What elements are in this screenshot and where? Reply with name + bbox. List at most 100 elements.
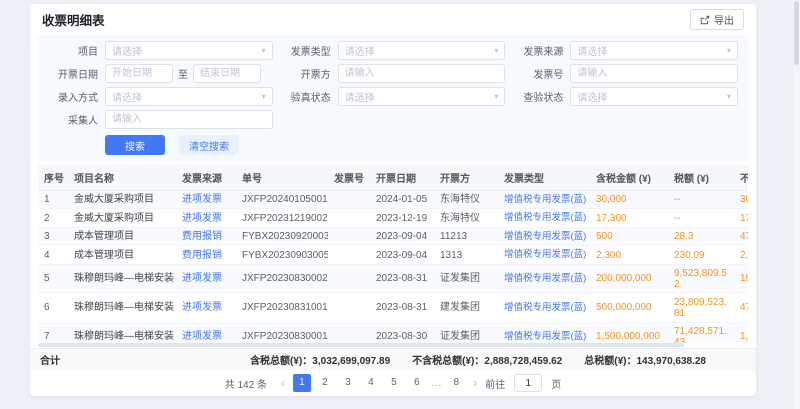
cell-project: 成本管理项目 — [68, 246, 176, 264]
cell-source-link[interactable]: 进项发票 — [176, 322, 236, 343]
col-header-amount-excl: 不含税金额 (¥) — [734, 165, 748, 191]
cell-date: 2023-08-31 — [370, 293, 434, 322]
page-button-3[interactable]: 3 — [339, 374, 357, 392]
cell-amount-excl: 30,000 — [734, 191, 748, 209]
vertical-scrollbar[interactable] — [793, 0, 800, 409]
filter-check-status: 查验状态 请选择 ▾ — [505, 87, 738, 106]
cell-project: 金威大厦采购项目 — [68, 209, 176, 227]
cell-date: 2023-09-04 — [370, 246, 434, 264]
verify-status-select-placeholder: 请选择 — [345, 89, 375, 104]
next-page-button[interactable]: › — [470, 377, 480, 389]
table-header-row: 序号 项目名称 发票来源 单号 发票号 开票日期 开票方 发票类型 含税金额 (… — [38, 165, 748, 191]
invoice-type-tag: 增值税专用发票(蓝) — [504, 302, 586, 313]
export-button[interactable]: 导出 — [690, 9, 744, 30]
cell-invoice-no — [328, 322, 370, 343]
cell-source-link[interactable]: 费用报销 — [176, 246, 236, 264]
cell-date: 2023-08-31 — [370, 264, 434, 293]
invoice-no-input[interactable] — [570, 64, 738, 83]
cell-source-link[interactable]: 进项发票 — [176, 264, 236, 293]
col-header-project: 项目名称 — [68, 165, 176, 191]
check-status-select[interactable]: 请选择 ▾ — [570, 87, 738, 106]
cell-seq: 6 — [38, 293, 68, 322]
verify-status-label: 验真状态 — [273, 89, 331, 104]
verify-status-select[interactable]: 请选择 ▾ — [338, 87, 506, 106]
cell-tax: 9,523,809.52 — [668, 264, 734, 293]
clear-search-button[interactable]: 清空搜索 — [179, 135, 239, 155]
end-date-input[interactable] — [193, 64, 261, 83]
horizontal-scrollbar[interactable] — [38, 343, 748, 348]
cell-doc-no: JXFP20240105001 — [236, 191, 328, 209]
invoice-date-label: 开票日期 — [40, 66, 98, 81]
col-header-doc-no: 单号 — [236, 165, 328, 191]
col-header-type: 发票类型 — [498, 165, 590, 191]
invoice-source-select-placeholder: 请选择 — [577, 43, 607, 58]
chevron-down-icon: ▾ — [262, 46, 266, 55]
export-label: 导出 — [714, 12, 734, 27]
filter-grid: 项目 请选择 ▾ 发票类型 请选择 ▾ 发票来源 请选择 ▾ — [40, 41, 738, 129]
cell-date: 2023-09-04 — [370, 227, 434, 245]
project-select[interactable]: 请选择 ▾ — [105, 41, 273, 60]
filter-collector: 采集人 — [40, 110, 273, 129]
cell-type: 增值税专用发票(蓝) — [498, 209, 590, 227]
horizontal-scrollbar-thumb[interactable] — [38, 343, 684, 347]
page-button-2[interactable]: 2 — [316, 374, 334, 392]
cell-issuer: 证发集团 — [434, 264, 498, 293]
entry-method-select[interactable]: 请选择 ▾ — [105, 87, 273, 106]
page-button-1[interactable]: 1 — [293, 374, 311, 392]
cell-issuer: 证发集团 — [434, 322, 498, 343]
cell-source-link[interactable]: 费用报销 — [176, 227, 236, 245]
table-row[interactable]: 7 珠穆朗玛峰—电梯安装 进项发票 JXFP20230830001 2023-0… — [38, 322, 748, 343]
project-label: 项目 — [40, 43, 98, 58]
goto-page-input[interactable] — [514, 374, 542, 392]
table-row[interactable]: 1 金威大厦采购项目 进项发票 JXFP20240105001 2024-01-… — [38, 191, 748, 209]
cell-issuer: 东海特仪 — [434, 209, 498, 227]
cell-source-link[interactable]: 进项发票 — [176, 293, 236, 322]
summary-totals: 含税总额(¥)：3,032,699,097.89 不含税总额(¥)：2,888,… — [250, 352, 706, 367]
table-row[interactable]: 6 珠穆朗玛峰—电梯安装 进项发票 JXFP20230831001 2023-0… — [38, 293, 748, 322]
table-row[interactable]: 3 成本管理项目 费用报销 FYBX20230920003 2023-09-04… — [38, 227, 748, 245]
start-date-input[interactable] — [105, 64, 173, 83]
filter-verify-status: 验真状态 请选择 ▾ — [273, 87, 506, 106]
cell-invoice-no — [328, 264, 370, 293]
check-status-select-placeholder: 请选择 — [577, 89, 607, 104]
collector-input[interactable] — [105, 110, 273, 129]
cell-project: 珠穆朗玛峰—电梯安装 — [68, 264, 176, 293]
page-button-8[interactable]: 8 — [447, 374, 465, 392]
cell-source-link[interactable]: 进项发票 — [176, 191, 236, 209]
filter-invoice-no: 发票号 — [505, 64, 738, 83]
invoice-type-select[interactable]: 请选择 ▾ — [338, 41, 506, 60]
cell-project: 成本管理项目 — [68, 227, 176, 245]
filter-actions: 搜索 清空搜索 — [40, 135, 738, 155]
cell-amount-incl: 1,500,000,000 — [590, 322, 668, 343]
page-ellipsis: ... — [431, 378, 442, 389]
cell-issuer: 东海特仪 — [434, 191, 498, 209]
total-amount-incl: 含税总额(¥)：3,032,699,097.89 — [250, 352, 390, 367]
cell-source-link[interactable]: 进项发票 — [176, 209, 236, 227]
table-row[interactable]: 5 珠穆朗玛峰—电梯安装 进项发票 JXFP20230830002 2023-0… — [38, 264, 748, 293]
page-button-5[interactable]: 5 — [385, 374, 403, 392]
cell-amount-incl: 200,000,000 — [590, 264, 668, 293]
cell-tax: 71,428,571.43 — [668, 322, 734, 343]
page-button-4[interactable]: 4 — [362, 374, 380, 392]
col-header-date: 开票日期 — [370, 165, 434, 191]
vertical-scrollbar-thumb[interactable] — [794, 1, 799, 65]
cell-amount-incl: 500,000,000 — [590, 293, 668, 322]
cell-amount-excl: 476,190,476.19 — [734, 293, 748, 322]
cell-project: 珠穆朗玛峰—电梯安装 — [68, 322, 176, 343]
table-row[interactable]: 4 成本管理项目 费用报销 FYBX20230903005 2023-09-04… — [38, 246, 748, 264]
cell-seq: 2 — [38, 209, 68, 227]
prev-page-button[interactable]: ‹ — [278, 377, 288, 389]
entry-method-label: 录入方式 — [40, 89, 98, 104]
entry-method-select-placeholder: 请选择 — [112, 89, 142, 104]
invoice-source-select[interactable]: 请选择 ▾ — [570, 41, 738, 60]
cell-amount-excl: 471.7 — [734, 227, 748, 245]
goto-suffix: 页 — [551, 376, 561, 391]
issuer-input[interactable] — [338, 64, 506, 83]
table-row[interactable]: 2 金威大厦采购项目 进项发票 JXFP20231219002 2023-12-… — [38, 209, 748, 227]
cell-tax: -- — [668, 191, 734, 209]
search-button[interactable]: 搜索 — [105, 135, 165, 155]
page-button-6[interactable]: 6 — [408, 374, 426, 392]
cell-tax: 28.3 — [668, 227, 734, 245]
cell-type: 增值税专用发票(蓝) — [498, 293, 590, 322]
cell-seq: 3 — [38, 227, 68, 245]
